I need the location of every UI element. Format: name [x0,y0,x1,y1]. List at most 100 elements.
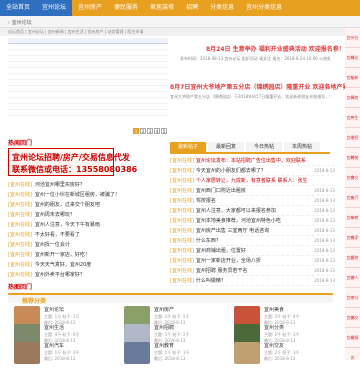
page-2[interactable]: 2 [140,128,146,134]
tab-latest-posts[interactable]: 最新帖子 [170,142,207,152]
nav-decor[interactable]: 家居装修 [144,0,180,16]
rail-link[interactable]: 宜州分类 [345,288,360,320]
page-1[interactable]: 1 [133,128,139,134]
post-title[interactable]: 个人家居转让，九成新，有意者联系 联系人：张生 [196,176,335,185]
rail-link[interactable]: 宜州交易 [345,308,360,340]
list-item[interactable]: [宜州在线] 不太好看，不要看了 [8,230,168,240]
nav-forum[interactable]: 宜州论坛 [36,0,73,16]
list-item[interactable]: [宜州在线] 河池宜州哪里买房好？ [8,180,168,190]
recommend-item[interactable]: 宜州教育 主题: 1千 帖子: 1千 最后: 2018-8-13 [124,342,224,366]
rail-link[interactable]: 宜州招聘 [345,128,360,160]
list-item[interactable]: [宜州在线] 宜州人注意，今天下午有暴雨 [8,220,168,230]
list-item[interactable]: [宜州在线] 宜州周末去哪玩？ [8,210,168,220]
item-title[interactable]: 宜州找一位会计 [35,242,70,248]
recommend-name[interactable]: 宜州汽车 [44,342,64,349]
post-title[interactable]: 今天宜州的小朋友们都去哪了？ [196,166,314,175]
item-title[interactable]: 宜州新开一家店，好吃！ [35,252,90,258]
rail-link[interactable]: 宜州交友 [345,168,360,200]
rail-link[interactable]: 宜州论坛 [345,48,360,80]
post-title[interactable]: 宜州本地美食推荐，河池宜州特色小吃 [196,216,314,225]
list-item[interactable]: [宜州在线] 宜州一位小伙在新城区租房，被骗了！ [8,190,168,200]
table-row[interactable]: [宜州在线] 驾校报名 2018-8-13 [170,196,335,206]
rail-link[interactable]: 宜州旅游 [345,248,360,280]
recommend-thumbnail[interactable] [234,342,260,364]
table-row[interactable]: [宜州在线] 宜州西门口附近出租房 2018-8-13 [170,186,335,196]
recommend-name[interactable]: 宜州教育 [154,342,174,349]
recommend-name[interactable]: 宜州美食 [264,306,284,313]
rail-link[interactable]: 宜州家居 [345,228,360,260]
rail-link[interactable]: 宜州房产 [345,88,360,120]
page-5[interactable]: 5 [161,128,167,134]
table-row[interactable]: [宜州在线] 宜州本地美食推荐，河池宜州特色小吃 2018-8-13 [170,216,335,226]
post-title[interactable]: 宜州招聘 服务员若干名 [196,266,314,275]
recommend-thumbnail[interactable] [124,342,150,364]
tab-week-hot[interactable]: 本周热帖 [284,142,321,152]
post-title[interactable]: 宜州一家新店开业，全场八折 [196,256,314,265]
post-title[interactable]: 宜州房产出售 三室两厅 电话咨询 [196,226,314,235]
table-row[interactable]: [宜州在线] 宜州招聘 服务员若干名 2018-8-13 [170,266,335,276]
recommend-item[interactable]: 宜州交友 主题: 2千 帖子: 3千 最后: 2018-8-13 [234,342,334,366]
rail-link[interactable]: 宜州在线 [345,28,360,60]
nav-jobs[interactable]: 招聘 [180,0,204,16]
table-row[interactable]: [宜州在线] 宜州论坛发布：本站招聘广告位出售中，欢迎联系 [170,156,335,166]
post-title[interactable]: 宜州商铺出租，位置好 [196,246,314,255]
recommend-name[interactable]: 宜州房产 [154,306,174,313]
item-title[interactable]: 不太好看，不要看了 [35,232,80,238]
nav-classified[interactable]: 分类信息 [204,0,240,16]
rail-link[interactable]: 宜州服务 [345,328,360,360]
page-3[interactable]: 3 [147,128,153,134]
rail-link[interactable]: 宜州人才 [345,268,360,300]
announcement-2[interactable]: 8月7日宜州大爷地产第五分店（锦绣园店）隆重开业 欢迎各地产界朋友 [170,82,360,91]
item-title[interactable]: 今天天气真好，宜州20度 [35,262,91,268]
rail-link[interactable]: 宜州生活 [345,108,360,140]
list-item[interactable]: [宜州在线] 宜州新开一家店，好吃！ [8,250,168,260]
recommend-name[interactable]: 宜州分类 [264,324,284,331]
table-row[interactable]: [宜州在线] 宜州房产出售 三室两厅 电话咨询 2018-8-13 [170,226,335,236]
item-title[interactable]: 宜州人注意，今天下午有暴雨 [35,222,100,228]
list-item[interactable]: [宜州在线] 宜州找一位会计 [8,240,168,250]
nav-service[interactable]: 便民服务 [108,0,144,16]
nav-home[interactable]: 全站首页 [0,0,37,16]
item-title[interactable]: 宜州的朋友，过来交个朋友吧 [35,202,100,208]
rail-link[interactable]: 宜州新闻 [345,68,360,100]
post-title[interactable]: 什么东西？ [196,236,314,245]
table-row[interactable]: [宜州在线] 个人家居转让，九成新，有意者联系 联系人：张生 [170,176,335,186]
post-title[interactable]: 驾校报名 [196,196,314,205]
ad-banner[interactable]: 宜州论坛招聘/房产/交易信息代发 联系微信或电话：13558080386 [8,148,137,176]
item-title[interactable]: 河池宜州哪里买房好？ [35,182,85,188]
item-title[interactable]: 宜州一位小伙在新城区租房，被骗了！ [35,192,120,198]
table-row[interactable]: [宜州在线] 今天宜州的小朋友们都去哪了？ 2018-8-13 [170,166,335,176]
page-4[interactable]: 4 [154,128,160,134]
rail-link[interactable]: 宜州教育 [345,208,360,240]
item-title[interactable]: 宜州周末去哪玩？ [35,212,75,218]
table-row[interactable]: [宜州在线] 宜州一家新店开业，全场八折 2018-8-13 [170,256,335,266]
rail-link[interactable]: 宜州汽车 [345,188,360,220]
nav-house[interactable]: 宜州房产 [72,0,108,16]
announcement-1[interactable]: 8月24日 生意举办 福利开业盛典活动 欢迎报名参！ [206,44,345,53]
table-row[interactable]: [宜州在线] 什么叫做精？ 2018-8-13 [170,276,335,286]
table-row[interactable]: [宜州在线] 什么东西？ 2018-8-13 [170,236,335,246]
tab-latest-replies[interactable]: 最新回复 [208,142,245,152]
list-item[interactable]: [宜州在线] 宜州的朋友，过来交个朋友吧 [8,200,168,210]
recommend-name[interactable]: 宜州交友 [264,342,284,349]
post-title[interactable]: 宜州西门口附近出租房 [196,186,314,195]
recommend-thumbnail[interactable] [14,342,40,364]
table-row[interactable] [8,110,168,116]
list-item[interactable]: [宜州在线] 今天天气真好，宜州20度 [8,260,168,270]
tab-today-hot[interactable]: 今日热帖 [246,142,283,152]
recommend-name[interactable]: 宜州招聘 [154,324,174,331]
table-row[interactable]: [宜州在线] 宜州人注意，大家都可以来报名参加 2018-8-13 [170,206,335,216]
post-title[interactable]: 宜州论坛发布：本站招聘广告位出售中，欢迎联系 [196,156,335,165]
recommend-item[interactable]: 宜州汽车 主题: 1千 帖子: 2千 最后: 2018-8-13 [14,342,114,366]
table-row[interactable]: [宜州在线] 宜州商铺出租，位置好 2018-8-13 [170,246,335,256]
sub-nav-links[interactable]: 论坛首页 | 宜州论坛 | 宜州新闻 | 宜州生活 | 宜州房产 | 站务管理 … [8,29,143,35]
recommend-name[interactable]: 宜州论坛 [44,306,64,313]
post-title[interactable]: 宜州人注意，大家都可以来报名参加 [196,206,314,215]
item-title[interactable]: 宜州外卖平台哪家好？ [35,272,85,278]
nav-classified-yz[interactable]: 宜州分类信息 [240,0,288,16]
rail-link[interactable]: 宜州美食 [345,148,360,180]
post-title[interactable]: 什么叫做精？ [196,276,314,285]
breadcrumb[interactable]: › 宜州论坛 [8,19,32,26]
list-item[interactable]: [宜州在线] 宜州外卖平台哪家好？ [8,270,168,280]
recommend-name[interactable]: 宜州生活 [44,324,64,331]
